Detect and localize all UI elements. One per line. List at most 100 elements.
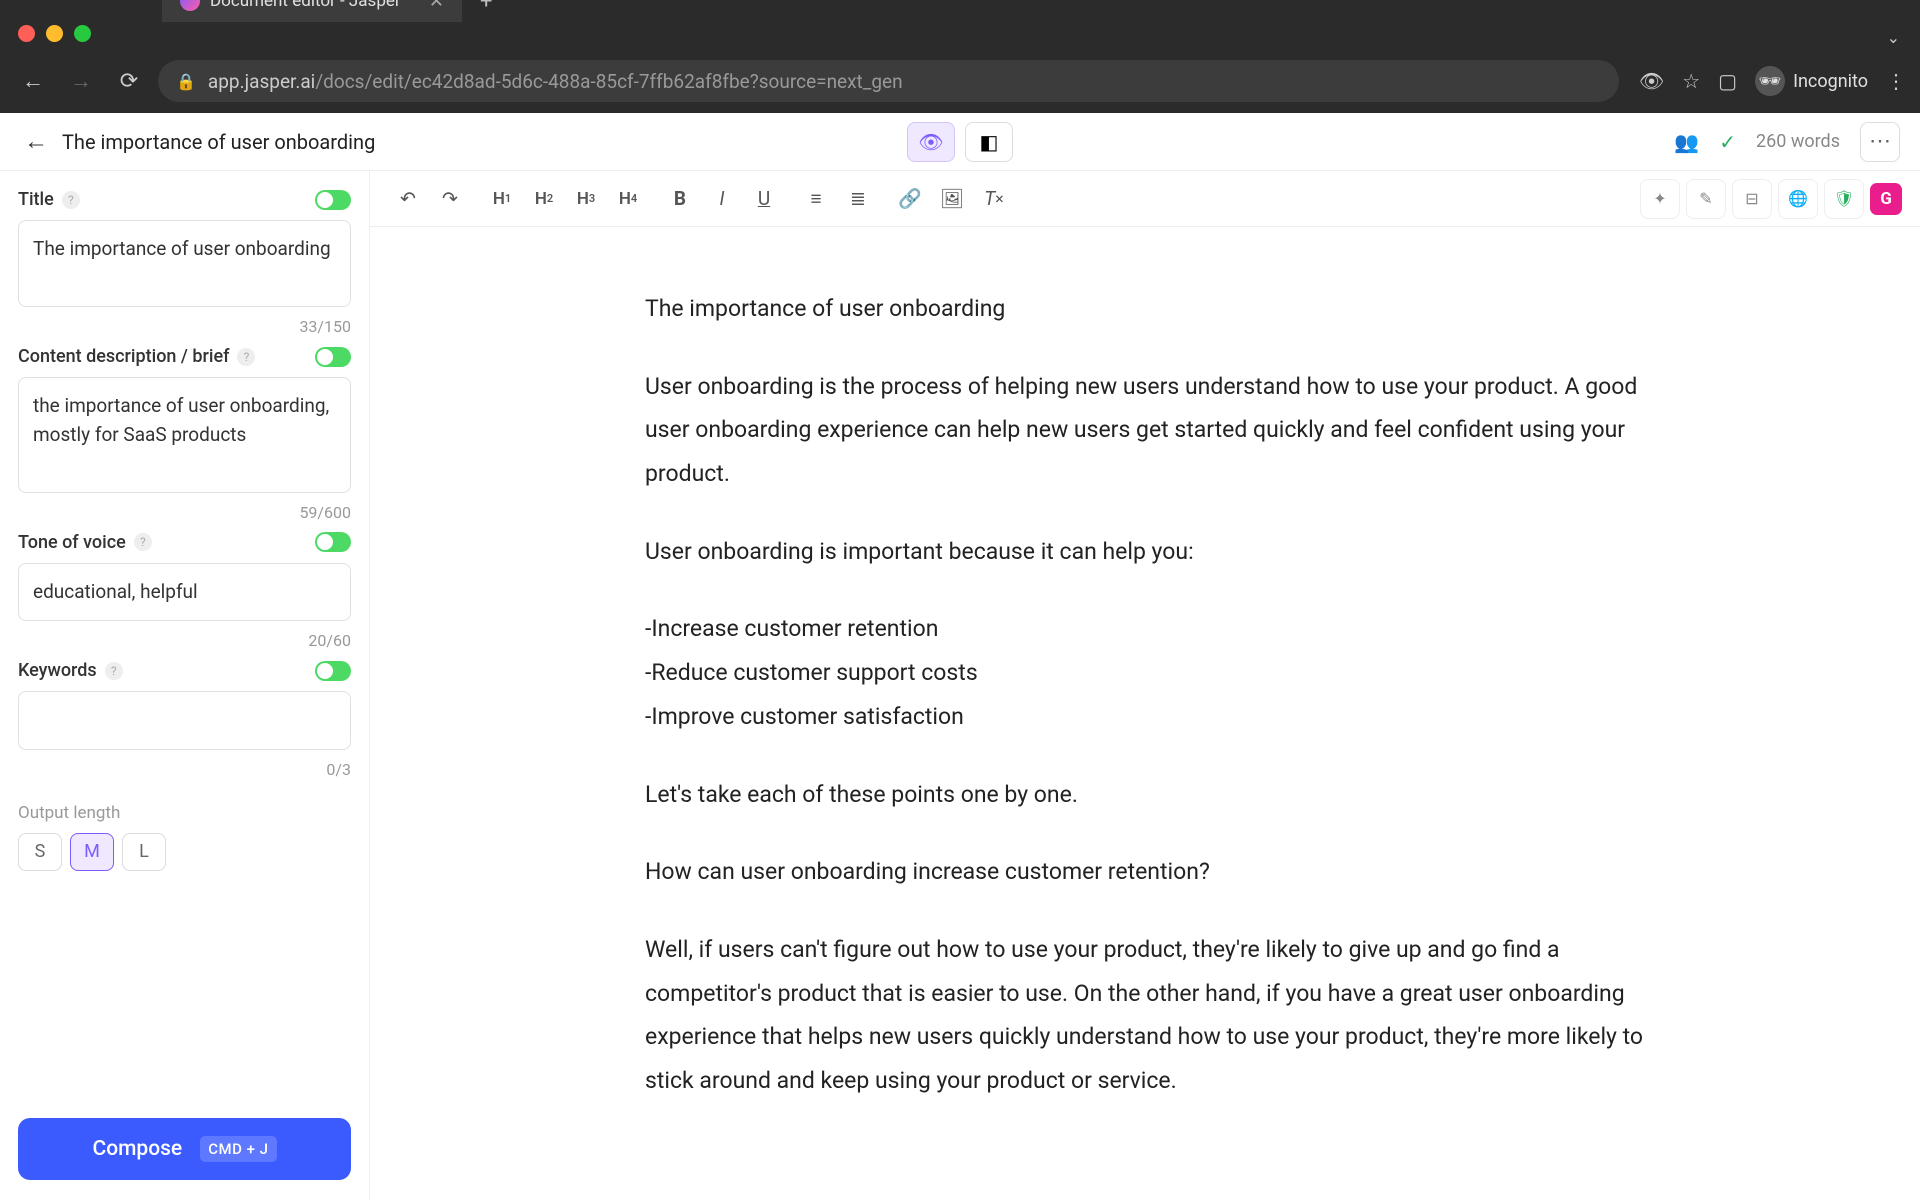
tabs-row: Document editor - Jasper ✕ + [162, 0, 492, 22]
paragraph[interactable]: Well, if users can't figure out how to u… [645, 928, 1645, 1103]
window-maximize[interactable] [74, 25, 91, 42]
compose-button[interactable]: Compose CMD + J [18, 1118, 351, 1180]
underline-button[interactable]: U [744, 179, 784, 219]
tone-input[interactable] [18, 563, 351, 622]
brief-input[interactable] [18, 377, 351, 493]
redo-button[interactable]: ↷ [430, 179, 470, 219]
incognito-badge: 🕶 Incognito [1755, 66, 1868, 96]
back-button[interactable]: ← [14, 62, 52, 100]
address-row: ← → ⟳ 🔒 app.jasper.ai/docs/edit/ec42d8ad… [0, 52, 1920, 110]
word-count: 260 words [1756, 131, 1840, 152]
header-right: 👥 ✓ 260 words ⋯ [1674, 122, 1900, 162]
tone-label: Tone of voice [18, 532, 126, 553]
h1-button[interactable]: H1 [482, 179, 522, 219]
extensions-icon[interactable]: ▢ [1718, 69, 1737, 93]
window-minimize[interactable] [46, 25, 63, 42]
help-icon[interactable]: ? [134, 533, 152, 551]
image-button[interactable]: 🖼 [932, 179, 972, 219]
split-mode-button[interactable]: ◧ [965, 122, 1013, 162]
window-close[interactable] [18, 25, 35, 42]
panel-icon: ◧ [980, 130, 999, 154]
unordered-list-button[interactable]: ≣ [838, 179, 878, 219]
forward-button[interactable]: → [62, 62, 100, 100]
doc-heading[interactable]: The importance of user onboarding [645, 287, 1645, 331]
toolbar: ↶ ↷ H1 H2 H3 H4 B I U ≡ ≣ [370, 171, 1920, 227]
paragraph[interactable]: User onboarding is the process of helpin… [645, 365, 1645, 496]
bullet-line[interactable]: -Improve customer satisfaction [645, 695, 1645, 739]
title-char-count: 33/150 [18, 317, 351, 336]
help-icon[interactable]: ? [62, 191, 80, 209]
url-host: app.jasper.ai [208, 70, 315, 93]
h2-button[interactable]: H2 [524, 179, 564, 219]
chevron-down-icon[interactable]: ⌄ [1887, 28, 1900, 47]
compose-label: Compose [92, 1137, 182, 1161]
ai-tool-3[interactable]: ⊟ [1732, 179, 1772, 219]
document-canvas[interactable]: The importance of user onboarding User o… [370, 227, 1920, 1200]
back-arrow-button[interactable]: ← [20, 126, 52, 158]
menu-icon[interactable]: ⋮ [1886, 69, 1906, 93]
collaborators-icon[interactable]: 👥 [1674, 130, 1699, 154]
keywords-label: Keywords [18, 660, 97, 681]
saved-icon: ✓ [1719, 130, 1736, 154]
incognito-label: Incognito [1793, 71, 1868, 92]
h3-button[interactable]: H3 [566, 179, 606, 219]
address-icons: 👁 ☆ ▢ 🕶 Incognito ⋮ [1639, 66, 1906, 96]
window-controls: Document editor - Jasper ✕ + ⌄ [0, 0, 1920, 52]
keywords-field-group: Keywords ? 0/3 [18, 660, 351, 779]
size-l-button[interactable]: L [122, 833, 166, 871]
lock-icon: 🔒 [176, 72, 196, 91]
title-label: Title [18, 189, 54, 210]
star-icon[interactable]: ☆ [1682, 69, 1700, 93]
eye-off-icon[interactable]: 👁 [1639, 69, 1664, 93]
brief-toggle[interactable] [315, 347, 351, 367]
italic-button[interactable]: I [702, 179, 742, 219]
app-body: Title ? 33/150 Content description / bri… [0, 171, 1920, 1200]
view-mode-controls: 👁 ◧ [907, 122, 1013, 162]
grammarly-badge[interactable]: G [1870, 183, 1902, 215]
sidebar: Title ? 33/150 Content description / bri… [0, 171, 370, 1200]
ai-tool-2[interactable]: ✎ [1686, 179, 1726, 219]
keywords-char-count: 0/3 [18, 760, 351, 779]
tab-title: Document editor - Jasper [210, 0, 401, 11]
title-field-group: Title ? 33/150 [18, 189, 351, 336]
shield-icon[interactable]: 🛡 [1824, 179, 1864, 219]
undo-button[interactable]: ↶ [388, 179, 428, 219]
clear-format-button[interactable]: T× [974, 179, 1014, 219]
keywords-toggle[interactable] [315, 661, 351, 681]
tone-toggle[interactable] [315, 532, 351, 552]
bold-button[interactable]: B [660, 179, 700, 219]
bullet-line[interactable]: -Increase customer retention [645, 607, 1645, 651]
ai-tool-1[interactable]: ✦ [1640, 179, 1680, 219]
doc-content[interactable]: The importance of user onboarding User o… [605, 287, 1685, 1103]
paragraph[interactable]: User onboarding is important because it … [645, 530, 1645, 574]
incognito-icon: 🕶 [1755, 66, 1785, 96]
reload-button[interactable]: ⟳ [110, 62, 148, 100]
link-button[interactable]: 🔗 [890, 179, 930, 219]
editor-area: ↶ ↷ H1 H2 H3 H4 B I U ≡ ≣ [370, 171, 1920, 1200]
help-icon[interactable]: ? [105, 662, 123, 680]
compose-shortcut: CMD + J [200, 1136, 276, 1162]
new-tab-button[interactable]: + [480, 0, 492, 14]
title-toggle[interactable] [315, 190, 351, 210]
size-m-button[interactable]: M [70, 833, 114, 871]
brief-char-count: 59/600 [18, 503, 351, 522]
keywords-input[interactable] [18, 691, 351, 750]
help-icon[interactable]: ? [237, 348, 255, 366]
focus-mode-button[interactable]: 👁 [907, 122, 955, 162]
output-length-label: Output length [18, 803, 351, 823]
paragraph[interactable]: Let's take each of these points one by o… [645, 773, 1645, 817]
h4-button[interactable]: H4 [608, 179, 648, 219]
ordered-list-button[interactable]: ≡ [796, 179, 836, 219]
eye-icon: 👁 [918, 130, 943, 154]
paragraph[interactable]: How can user onboarding increase custome… [645, 850, 1645, 894]
address-bar[interactable]: 🔒 app.jasper.ai/docs/edit/ec42d8ad-5d6c-… [158, 60, 1619, 102]
url-path: /docs/edit/ec42d8ad-5d6c-488a-85cf-7ffb6… [315, 70, 902, 93]
size-s-button[interactable]: S [18, 833, 62, 871]
browser-tab[interactable]: Document editor - Jasper ✕ [162, 0, 462, 22]
bullet-line[interactable]: -Reduce customer support costs [645, 651, 1645, 695]
title-input[interactable] [18, 220, 351, 307]
globe-button[interactable]: 🌐 [1778, 179, 1818, 219]
tab-close-icon[interactable]: ✕ [429, 0, 444, 12]
brief-field-group: Content description / brief ? 59/600 [18, 346, 351, 522]
more-button[interactable]: ⋯ [1860, 122, 1900, 162]
